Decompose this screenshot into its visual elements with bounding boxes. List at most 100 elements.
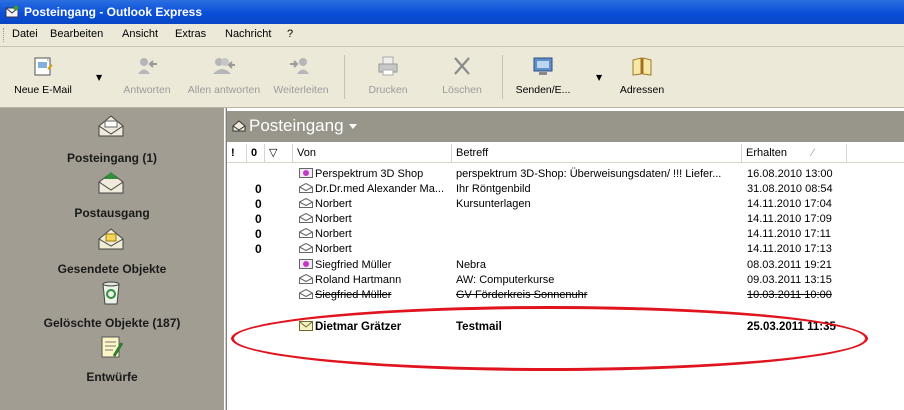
message-date: 14.11.2010 17:09 [747,213,832,225]
message-list-header: ! 0 ▽ Von Betreff Erhalten ⁄ [227,144,904,163]
reply-icon [138,58,157,74]
forward-icon [290,58,309,74]
outlook-express-icon [5,5,19,18]
toolbar-separator [502,55,504,99]
message-date: 14.11.2010 17:11 [747,228,832,240]
read-mail-icon [299,213,313,223]
sidebar-item-postausgang[interactable]: Postausgang [0,170,224,228]
menu-ansicht[interactable]: Ansicht [122,28,158,40]
message-from: Norbert [315,198,352,210]
message-from: Norbert [315,243,352,255]
reply-all-button[interactable]: Allen antworten [184,53,264,101]
window-title: Posteingang - Outlook Express [24,5,203,19]
message-from-cell: Siegfried Müller [299,288,449,303]
message-date: 09.03.2011 13:15 [747,274,832,286]
message-from: Dr.Dr.med Alexander Ma... [315,183,444,195]
message-row[interactable]: Roland Hartmann AW: Computerkurse 09.03.… [227,273,904,288]
sidebar-item-label: Gesendete Objekte [57,262,167,276]
message-subject: perspektrum 3D-Shop: Überweisungsdaten/ … [456,168,722,180]
menu-grip [3,28,7,42]
column-header-priority[interactable]: ! [227,144,247,162]
message-row[interactable]: Perspektrum 3D Shop perspektrum 3D-Shop:… [227,167,904,182]
message-from: Siegfried Müller [315,259,392,271]
print-button[interactable]: Drucken [356,53,420,101]
message-subject: Kursunterlagen [456,198,531,210]
delete-button[interactable]: Löschen [432,53,492,101]
message-from-cell: Norbert [299,212,449,227]
sidebar-item-label: Postausgang [74,206,150,220]
sidebar-item-gesendete[interactable]: Gesendete Objekte [0,226,224,284]
menu-bearbeiten[interactable]: Bearbeiten [50,28,103,40]
toolbar-separator [344,55,346,99]
message-from: Norbert [315,213,352,225]
addresses-label: Adressen [619,84,665,96]
sidebar-item-label: Gelöschte Objekte (187) [43,316,181,330]
message-row[interactable]: 0 Norbert 14.11.2010 17:13 [227,242,904,257]
delete-label: Löschen [442,84,482,96]
message-row[interactable]: 0 Norbert 14.11.2010 17:09 [227,212,904,227]
message-from: Norbert [315,228,352,240]
folder-bar: Posteingang [227,111,904,142]
folder-dropdown-icon[interactable] [349,124,357,129]
column-header-from[interactable]: Von [293,144,452,162]
toolbar: Neue E-Mail ▼ Antworten Allen antworten … [0,47,904,108]
sidebar-item-entwuerfe[interactable]: Entwürfe [0,334,224,392]
sidebar-item-posteingang[interactable]: Posteingang (1) [0,112,224,170]
message-from: Perspektrum 3D Shop [315,168,424,180]
message-row[interactable]: 0 Norbert Kursunterlagen 14.11.2010 17:0… [227,197,904,212]
message-from-cell: Roland Hartmann [299,273,449,288]
message-subject: AW: Computerkurse [456,274,555,286]
inbox-small-icon [232,120,246,132]
sidebar-item-geloeschte[interactable]: Gelöschte Objekte (187) [0,280,224,338]
menu-nachricht[interactable]: Nachricht [225,28,271,40]
read-mail-icon [299,274,313,284]
menu-extras[interactable]: Extras [175,28,206,40]
message-subject: GV Förderkreis Sonnenuhr [456,289,588,301]
column-header-received-label: Erhalten [746,147,787,159]
column-header-flag[interactable]: ▽ [265,144,293,162]
new-mail-icon [34,57,53,76]
column-header-received[interactable]: Erhalten ⁄ [742,144,847,162]
send-receive-dropdown-icon[interactable]: ▼ [596,73,602,82]
attachment-icon: 0 [255,212,262,226]
read-mail-icon [299,289,313,299]
send-receive-button[interactable]: Senden/E... [508,53,578,101]
read-mail-icon [299,228,313,238]
reply-button[interactable]: Antworten [116,53,178,101]
read-mail-icon [299,183,313,193]
address-book-icon [632,57,652,76]
folder-title[interactable]: Posteingang [249,116,344,136]
message-date: 14.11.2010 17:04 [747,198,832,210]
message-from-cell: Dr.Dr.med Alexander Ma... [299,182,449,197]
forward-button[interactable]: Weiterleiten [266,53,336,101]
folder-sidebar: Posteingang (1) Postausgang Gesendete Ob… [0,108,224,410]
message-from-cell: Siegfried Müller [299,258,449,273]
message-row[interactable]: 0 Norbert 14.11.2010 17:11 [227,227,904,242]
column-header-attachment[interactable]: 0 [247,144,265,162]
attachment-icon: 0 [255,197,262,211]
message-subject: Nebra [456,259,486,271]
outbox-icon [98,172,124,194]
message-from-cell: Norbert [299,227,449,242]
drafts-icon [101,336,124,358]
message-row[interactable]: Siegfried Müller Nebra 08.03.2011 19:21 [227,258,904,273]
send-receive-label: Senden/E... [515,84,571,96]
web-mail-icon [299,168,313,178]
new-mail-dropdown-icon[interactable]: ▼ [96,73,102,82]
menu-help[interactable]: ? [287,28,293,40]
message-row[interactable]: 0 Dr.Dr.med Alexander Ma... Ihr Röntgenb… [227,182,904,197]
message-from: Roland Hartmann [315,274,402,286]
addresses-button[interactable]: Adressen [614,53,670,101]
message-subject: Ihr Röntgenbild [456,183,531,195]
menu-datei[interactable]: Datei [12,28,38,40]
title-bar: Posteingang - Outlook Express [0,0,904,24]
message-date: 10.03.2011 10:00 [747,289,832,301]
new-mail-label: Neue E-Mail [14,84,72,96]
column-header-subject[interactable]: Betreff [452,144,742,162]
printer-icon [378,56,398,76]
new-mail-button[interactable]: Neue E-Mail [12,53,74,101]
message-date: 16.08.2010 13:00 [747,168,833,180]
inbox-icon [98,115,124,137]
message-date: 31.08.2010 08:54 [747,183,833,195]
message-row[interactable]: Siegfried Müller GV Förderkreis Sonnenuh… [227,288,904,303]
